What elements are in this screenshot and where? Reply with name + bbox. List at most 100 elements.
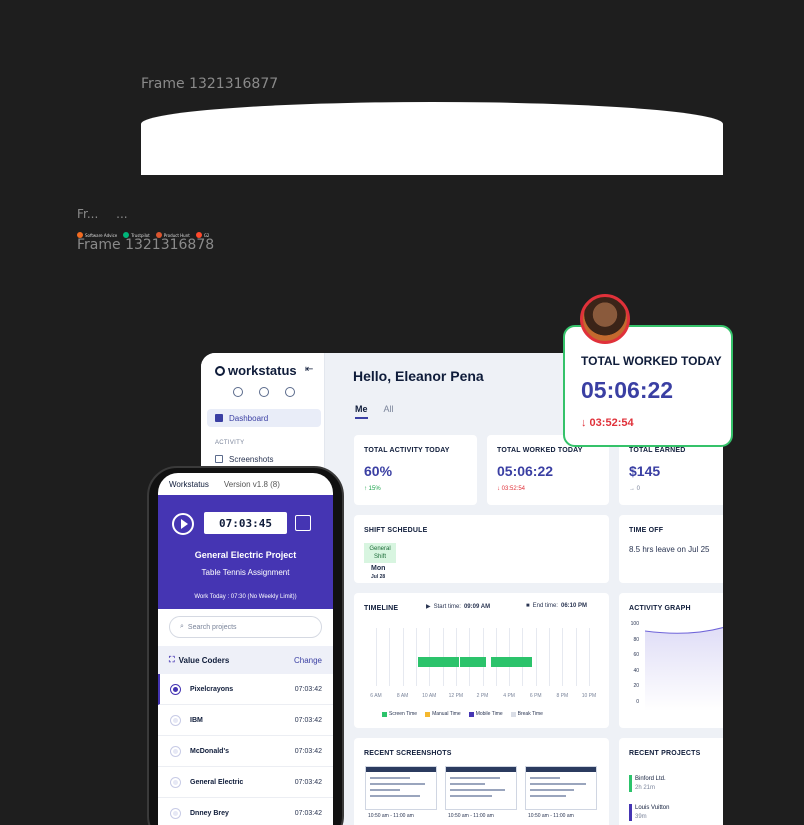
recent-projects-card: RECENT PROJECTS Binford Ltd. 2h 21m Louis… — [619, 738, 723, 825]
sidebar-item-dashboard[interactable]: Dashboard — [207, 409, 321, 427]
screenshot-time: 10:50 am - 11:00 am — [528, 813, 574, 819]
scope-tabs: Me All — [355, 404, 394, 419]
timeline-gridline — [549, 628, 551, 686]
phone-version: Version v1.8 (8) — [223, 479, 280, 489]
sidebar-section-activity: ACTIVITY — [215, 440, 245, 446]
project-radio[interactable] — [170, 714, 181, 726]
timeline-ticks: 6 AM 8 AM 10 AM 12 PM 2 PM 4 PM 6 PM 8 PM 10 PM — [354, 693, 609, 701]
search-icon: ⌕ — [180, 623, 184, 630]
activity-graph-card: ACTIVITY GRAPH 100 80 60 40 20 0 — [619, 593, 723, 728]
screen-time-bar[interactable] — [418, 657, 459, 667]
card-title: RECENT PROJECTS — [629, 750, 701, 757]
stat-value: 60% — [364, 463, 393, 479]
project-radio[interactable] — [170, 745, 181, 757]
timeline-tick-label: 6 AM — [370, 693, 382, 699]
shift-chip[interactable]: General Shift — [364, 543, 396, 563]
activity-graph-tick: 40 — [633, 667, 639, 674]
avatar — [580, 294, 630, 344]
timeline-tick-label: 10 PM — [581, 693, 597, 699]
change-org-button[interactable]: Change — [294, 656, 322, 665]
project-radio[interactable] — [170, 683, 181, 695]
current-task: Table Tennis Assignment — [201, 568, 290, 577]
screenshot-thumb[interactable] — [525, 766, 597, 810]
bell-icon[interactable] — [285, 387, 295, 397]
stat-title: TOTAL WORKED TODAY — [497, 447, 583, 454]
phone-screen: Workstatus Version v1.8 (8) 07:03:45 Gen… — [158, 473, 333, 825]
timer-panel: 07:03:45 General Electric Project Table … — [158, 495, 333, 609]
activity-graph-tick: 60 — [633, 652, 639, 659]
popup-change: ↓ 03:52:54 — [581, 417, 634, 429]
project-radio[interactable] — [170, 807, 181, 819]
brand-logo: workstatus — [215, 363, 297, 378]
timeline-tick-label: 4 PM — [503, 693, 515, 699]
stat-change: ↓ 03:52:54 — [497, 486, 526, 492]
legend-mobile-time: Mobile Time — [468, 711, 503, 717]
timeline-start: ▶ Start time: 09:09 AM — [426, 603, 491, 611]
play-icon[interactable] — [233, 387, 243, 397]
popup-time: 05:06:22 — [581, 377, 674, 403]
frame-label-2: Frame 1321316878 — [77, 237, 215, 253]
stat-title: TOTAL ACTIVITY TODAY — [364, 447, 450, 454]
page-title: Hello, Eleanor Pena — [353, 368, 484, 384]
screenshot-time: 10:50 am - 11:00 am — [368, 813, 414, 819]
work-today: Work Today : 07:30 (No Weekly Limit)) — [194, 594, 297, 600]
org-tree-icon: ⛶ — [169, 655, 175, 664]
stop-small-icon: ■ — [526, 603, 530, 609]
project-radio[interactable] — [170, 776, 181, 788]
frame-label: Frame 1321316877 — [141, 76, 279, 92]
shift-schedule-card: SHIFT SCHEDULE General Shift Mon Jul 28 — [354, 515, 609, 583]
screen-time-bar[interactable] — [491, 657, 532, 667]
screenshot-thumb[interactable] — [365, 766, 437, 810]
activity-graph-area — [645, 627, 723, 711]
search-input[interactable]: ⌕ Search projects — [169, 616, 322, 638]
collapse-sidebar-icon[interactable]: ⇤ — [305, 364, 313, 375]
activity-graph-tick: 80 — [633, 636, 639, 643]
project-row[interactable]: General Electric 07:03:42 — [158, 767, 333, 798]
organization-bar: ⛶ Value Coders Change — [158, 646, 333, 674]
card-title: SHIFT SCHEDULE — [364, 527, 428, 534]
frame-short-label-2: ... — [116, 207, 128, 221]
project-item[interactable]: Binford Ltd. 2h 21m — [629, 775, 666, 793]
timeline-tick-label: 12 PM — [448, 693, 464, 699]
timeline-gridline — [535, 628, 537, 686]
shift-date: Jul 28 — [371, 574, 386, 580]
timeline-gridline — [575, 628, 577, 686]
edit-icon[interactable] — [295, 515, 311, 531]
project-item[interactable]: Louis Vuitton 39m — [629, 804, 669, 822]
timeline-gridline — [562, 628, 564, 686]
project-row[interactable]: McDonald's 07:03:42 — [158, 736, 333, 767]
legend-manual-time: Manual Time — [425, 711, 461, 717]
sidebar-quick-icons — [233, 387, 295, 397]
stat-card-activity: TOTAL ACTIVITY TODAY 60% ↑ 15% — [354, 435, 477, 505]
card-title: TIME OFF — [629, 527, 664, 534]
worked-today-popup: TOTAL WORKED TODAY 05:06:22 ↓ 03:52:54 — [563, 325, 733, 447]
tab-me[interactable]: Me — [355, 404, 368, 419]
activity-graph-tick: 0 — [636, 699, 639, 705]
project-row[interactable]: IBM 07:03:42 — [158, 705, 333, 736]
frame-short-label: Fr... — [77, 207, 99, 221]
tab-all[interactable]: All — [384, 404, 394, 419]
timeline-gridline — [376, 628, 377, 686]
curved-frame — [141, 102, 723, 175]
dashboard-icon — [215, 414, 223, 422]
screenshot-thumb[interactable] — [445, 766, 517, 810]
timeline-tick-label: 8 PM — [556, 693, 569, 699]
card-title: RECENT SCREENSHOTS — [364, 750, 452, 757]
timeline-gridline — [415, 628, 417, 686]
add-icon[interactable] — [259, 387, 269, 397]
screenshot-icon — [215, 455, 223, 463]
timeline-tick-label: 8 AM — [396, 693, 409, 699]
current-project: General Electric Project — [194, 550, 297, 560]
stat-title: TOTAL EARNED — [629, 447, 686, 454]
timer-display: 07:03:45 — [204, 512, 287, 534]
shift-day: Mon — [371, 565, 386, 572]
screen-time-bar[interactable] — [460, 657, 486, 667]
project-row[interactable]: Dnney Brey 07:03:42 — [158, 798, 333, 825]
timeline-tick-label: 2 PM — [476, 693, 489, 699]
timeline-end: ■ End time: 06:10 PM — [526, 603, 587, 609]
play-small-icon: ▶ — [426, 604, 431, 610]
project-row[interactable]: Pixelcrayons 07:03:42 — [158, 674, 333, 705]
frame-short-labels: Fr... ... — [77, 207, 128, 221]
play-button[interactable] — [172, 513, 194, 535]
phone-app-name: Workstatus — [169, 479, 209, 489]
